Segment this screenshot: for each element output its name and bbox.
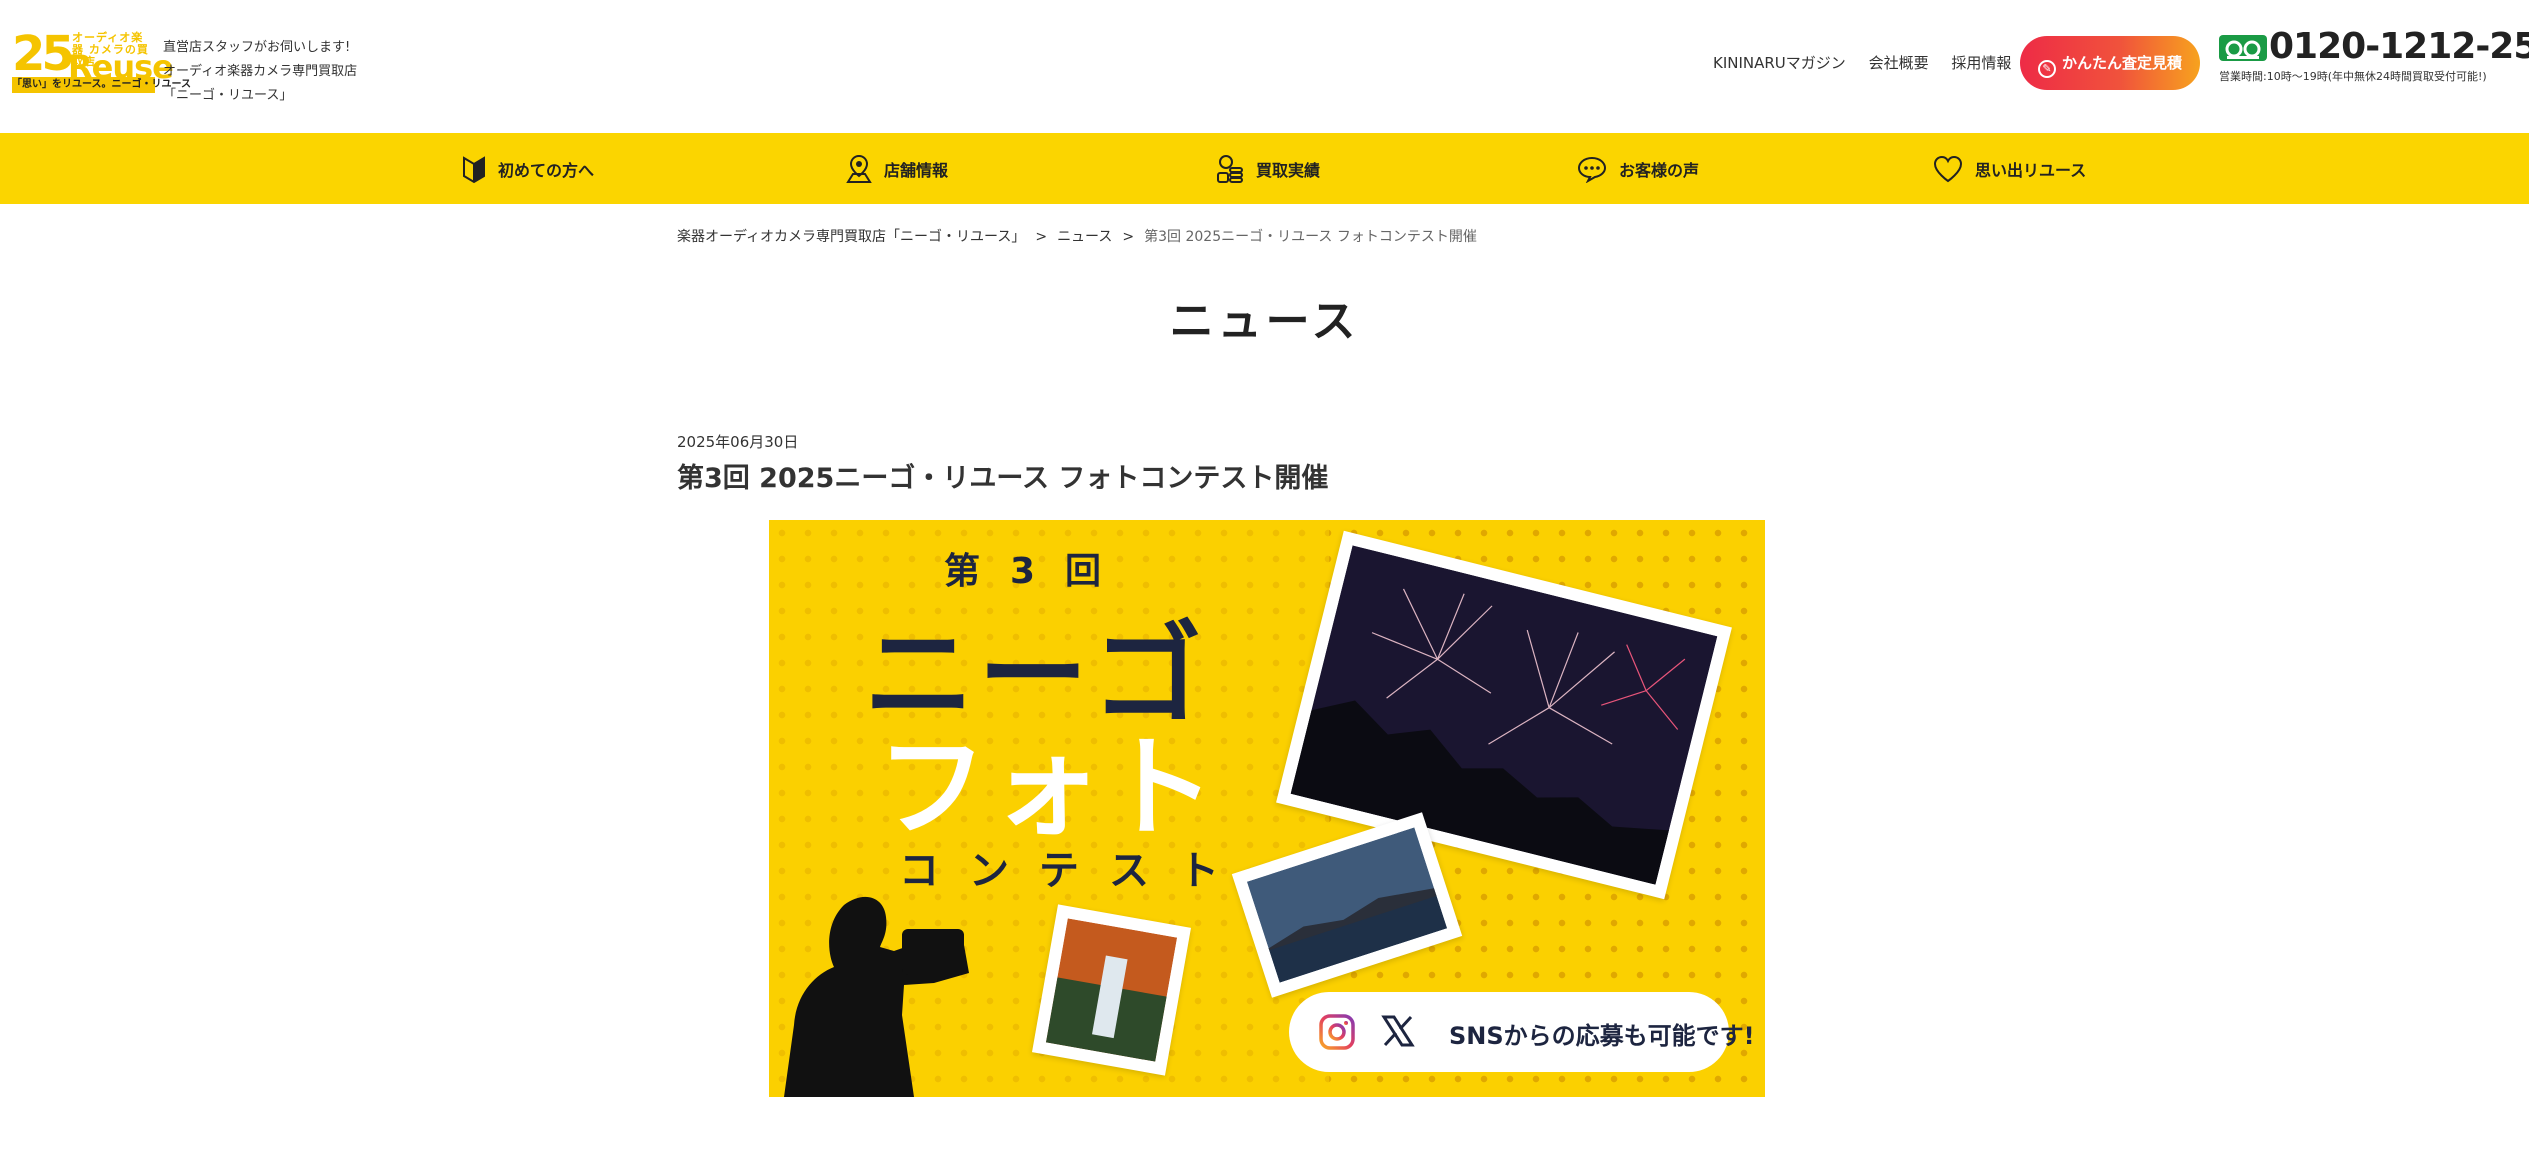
breadcrumb-home[interactable]: 楽器オーディオカメラ専門買取店「ニーゴ・リユース」 [677,229,1025,245]
main-nav: 初めての方へ 店舗情報 買取実績 お客様の声 思い出リユース [0,133,2529,204]
map-pin-icon [846,154,872,183]
banner-title-line2: フォト [877,724,1219,852]
waterfall-image [1045,918,1178,1062]
photographer-silhouette [784,896,969,1097]
beginner-mark-icon [463,155,485,183]
nav-label: 店舗情報 [884,160,949,180]
pen-icon: ✎ [2037,60,2056,78]
logo-number: 25 [12,26,75,82]
breadcrumb-separator: > [1122,229,1135,245]
link-kininaru-magazine[interactable]: KININARUマガジン [1713,54,1846,72]
nav-label: 初めての方へ [498,160,595,180]
nav-item-purchase-results[interactable]: 買取実績 [1216,133,1320,204]
photo-contest-banner: 第3回 ニーゴ フォト コンテスト SNSからの応募も可能です! [769,520,1765,1097]
sns-entry-pill: SNSからの応募も可能です! [1289,992,1755,1072]
tagline-line-2: オーディオ楽器カメラ専門買取店 [163,64,358,79]
breadcrumb-current: 第3回 2025ニーゴ・リユース フォトコンテスト開催 [1144,229,1477,245]
header-links: KININARUマガジン 会社概要 採用情報 [1713,52,2029,73]
breadcrumb-separator: > [1035,229,1048,245]
post-title: 第3回 2025ニーゴ・リユース フォトコンテスト開催 [677,463,1329,494]
nav-label: 買取実績 [1256,160,1321,180]
speech-bubble-icon [1577,156,1607,183]
business-hours: 営業時間:10時〜19時(年中無休24時間買取受付可能!) [2219,70,2487,83]
quick-estimate-button[interactable]: ✎ かんたん査定見積 [2020,36,2200,90]
sns-entry-text: SNSからの応募も可能です! [1449,1022,1755,1050]
nav-label: 思い出リユース [1975,160,2087,180]
nav-label: お客様の声 [1619,160,1700,180]
freedial-icon [2219,35,2267,61]
link-company-overview[interactable]: 会社概要 [1869,54,1929,72]
site-logo[interactable]: 25 オーディオ楽器 カメラの買取店 Reuse 「思い」をリユース。ニーゴ・リ… [12,26,191,94]
phone-number[interactable]: 0120-1212-25 [2269,26,2529,67]
nav-item-beginners[interactable]: 初めての方へ [462,133,594,204]
breadcrumb: 楽器オーディオカメラ専門買取店「ニーゴ・リユース」 > ニュース > 第3回 2025ニ… [677,226,1477,246]
link-recruit[interactable]: 採用情報 [1951,54,2011,72]
instagram-icon [1319,1014,1355,1050]
post-date: 2025年06月30日 [677,433,799,451]
page-title: ニュース [1169,296,1360,347]
breadcrumb-news[interactable]: ニュース [1057,229,1112,245]
coins-icon [1217,154,1243,183]
nav-item-customer-voices[interactable]: お客様の声 [1577,133,1699,204]
site-header: 25 オーディオ楽器 カメラの買取店 Reuse 「思い」をリユース。ニーゴ・リ… [0,0,2529,133]
nav-item-memory-reuse[interactable]: 思い出リユース [1933,133,2086,204]
quick-estimate-label: かんたん査定見積 [2061,54,2182,72]
heart-icon [1933,155,1963,182]
tagline-line-3: 「ニーゴ・リユース」 [163,88,293,103]
x-twitter-icon [1381,1015,1415,1047]
nav-item-store-info[interactable]: 店舗情報 [846,133,948,204]
logo-strip: 「思い」をリユース。ニーゴ・リユース [12,77,191,93]
waterfall-photo [1032,904,1191,1076]
header-tagline: 直営店スタッフがお伺いします! オーディオ楽器カメラ専門買取店 「ニーゴ・リユー… [163,36,357,108]
tagline-line-1: 直営店スタッフがお伺いします! [163,40,351,55]
